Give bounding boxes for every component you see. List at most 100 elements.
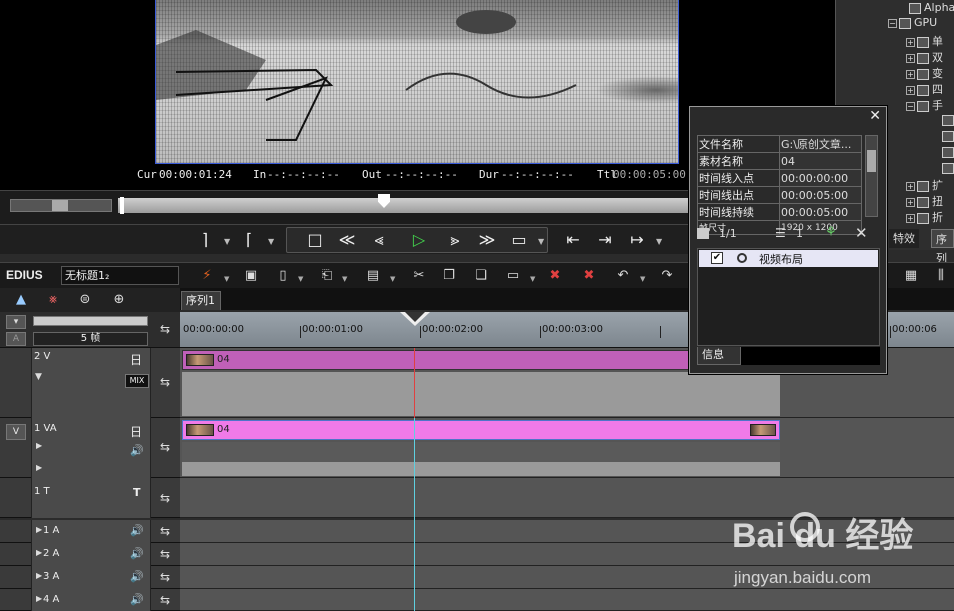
preview-zoom-knob[interactable] xyxy=(52,200,68,211)
scroll-thumb[interactable] xyxy=(867,150,876,172)
tab-effects[interactable]: 特效 xyxy=(889,229,919,248)
mix-toggle[interactable]: MIX xyxy=(125,374,149,388)
chevron-down-icon[interactable]: ▼ xyxy=(538,237,544,246)
track-header-2a[interactable]: ▶ 2 A 🔊 ⇆ xyxy=(0,543,180,566)
track-patch-icon[interactable]: V xyxy=(6,424,26,440)
replace-icon[interactable]: ▭ xyxy=(502,266,524,286)
effect-tree-item[interactable]: − 手 xyxy=(906,97,943,112)
chevron-down-icon[interactable]: ▼ xyxy=(390,275,395,283)
insert-icon[interactable]: ↦ xyxy=(624,228,650,252)
expand-icon[interactable]: + xyxy=(906,181,915,191)
set-in-icon[interactable]: ⌉ xyxy=(192,228,218,252)
mix-icon[interactable]: ⨳ xyxy=(40,290,66,310)
sync-icon[interactable]: ⇆ xyxy=(152,593,178,607)
settings-icon[interactable]: ⚡ xyxy=(196,266,218,286)
track-header-2v[interactable]: 2 V 日 ▼ MIX ⇆ xyxy=(0,348,180,418)
expand-icon[interactable]: + xyxy=(906,197,915,207)
close-icon[interactable]: ✕ xyxy=(869,108,881,124)
next-edit-icon[interactable]: ⇥ xyxy=(592,228,618,252)
expand-icon[interactable]: + xyxy=(906,213,915,223)
tab-sequence1[interactable]: 序列1 xyxy=(181,291,221,310)
speaker-icon[interactable]: 🔊 xyxy=(130,593,144,606)
effect-tree-item[interactable]: + 扭 xyxy=(906,193,943,208)
speaker-icon[interactable]: 🔊 xyxy=(130,547,144,560)
set-out-icon[interactable]: ⌈ xyxy=(236,228,262,252)
cut-icon[interactable]: ✂ xyxy=(408,266,430,286)
effect-settings-icon[interactable]: ⚘ xyxy=(825,225,837,240)
effect-tree-item[interactable] xyxy=(942,113,954,128)
chevron-down-icon[interactable]: ▼ xyxy=(224,275,229,283)
timeline-zoom-slider[interactable] xyxy=(33,316,148,326)
video-toggle-icon[interactable]: 日 xyxy=(128,423,144,439)
effect-tree-item[interactable]: Alpha xyxy=(909,1,954,16)
track-header-1a[interactable]: ▶ 1 A 🔊 ⇆ xyxy=(0,520,180,543)
chevron-down-icon[interactable]: ▼ xyxy=(342,275,347,283)
expand-icon[interactable]: ▶ xyxy=(36,441,42,450)
effect-tree-item[interactable]: + 扩 xyxy=(906,177,943,192)
effect-tree-item[interactable]: + 单 xyxy=(906,33,943,48)
save-icon[interactable]: ▤ xyxy=(362,266,384,286)
speaker-icon[interactable]: 🔊 xyxy=(130,570,144,583)
checkbox-checked[interactable]: ✔ xyxy=(711,252,723,264)
expand-icon[interactable]: ▶ xyxy=(36,571,42,580)
effect-tree-item[interactable]: + 变 xyxy=(906,65,943,80)
expand-icon[interactable]: ▶ xyxy=(36,594,42,603)
sync-icon[interactable]: ⇆ xyxy=(154,322,176,336)
sync-icon[interactable]: ⇆ xyxy=(152,491,178,505)
clip-04-va1[interactable]: 04 xyxy=(182,420,780,440)
undo-icon[interactable]: ↶ xyxy=(612,266,634,286)
layout-list-item[interactable]: ✔ 视频布局 xyxy=(699,250,878,267)
tab-sequence[interactable]: 序列 xyxy=(931,229,954,265)
fast-forward-icon[interactable]: ≫ xyxy=(474,228,500,252)
add-track-icon[interactable]: ▲ xyxy=(8,290,34,310)
expand-icon[interactable]: ▶ xyxy=(36,525,42,534)
collapse-icon[interactable]: − xyxy=(906,101,915,111)
collapse-icon[interactable]: − xyxy=(888,18,897,28)
effect-tree-item[interactable] xyxy=(942,129,954,144)
speaker-icon[interactable]: 🔊 xyxy=(130,524,144,537)
zoom-value[interactable]: 5 帧 xyxy=(33,332,148,346)
video-toggle-icon[interactable]: 日 xyxy=(128,351,144,367)
track-header-4a[interactable]: ▶ 4 A 🔊 ⇆ xyxy=(0,589,180,611)
expand-icon[interactable]: ▾ xyxy=(6,315,26,329)
track-header-3a[interactable]: ▶ 3 A 🔊 ⇆ xyxy=(0,566,180,589)
delete-icon[interactable]: ✖ xyxy=(544,266,566,286)
effect-tree-item[interactable]: + 折 xyxy=(906,209,943,224)
info-scrollbar[interactable] xyxy=(865,135,878,217)
expand-icon[interactable]: + xyxy=(906,53,915,63)
chevron-down-icon[interactable]: ▼ xyxy=(298,275,303,283)
play-icon[interactable]: ▷ xyxy=(406,228,432,252)
delete-layer-icon[interactable]: ✕ xyxy=(855,224,868,242)
sync-icon[interactable]: ⇆ xyxy=(152,440,178,454)
chevron-down-icon[interactable]: ▼ xyxy=(530,275,535,283)
expand-icon[interactable]: + xyxy=(906,69,915,79)
expand-icon[interactable]: ▶ xyxy=(36,548,42,557)
ripple-delete-icon[interactable]: ✖ xyxy=(578,266,600,286)
effect-tree-item[interactable] xyxy=(942,145,954,160)
copy-icon[interactable]: ❐ xyxy=(438,266,460,286)
effect-tree-item[interactable]: − GPU xyxy=(888,16,937,31)
rewind-icon[interactable]: ≪ xyxy=(334,228,360,252)
expand-icon[interactable]: ▼ xyxy=(35,372,42,382)
chevron-down-icon[interactable]: ▼ xyxy=(640,275,645,283)
chevron-down-icon[interactable]: ▼ xyxy=(224,237,230,246)
expand-icon[interactable]: ▶ xyxy=(36,463,42,472)
prev-edit-icon[interactable]: ⇤ xyxy=(560,228,586,252)
tab-info[interactable]: 信息 xyxy=(697,347,741,365)
track-header-1t[interactable]: 1 T T ⇆ xyxy=(0,478,180,518)
mixer-icon[interactable]: ⫼ xyxy=(930,266,952,286)
redo-icon[interactable]: ↷ xyxy=(656,266,678,286)
import-icon[interactable]: ⎗ xyxy=(316,266,338,286)
loop-play-icon[interactable]: ▭ xyxy=(506,228,532,252)
sync-icon[interactable]: ⇆ xyxy=(152,547,178,561)
link-icon[interactable]: ⊕ xyxy=(106,290,132,310)
chevron-down-icon[interactable]: ▼ xyxy=(656,237,662,246)
speaker-icon[interactable]: 🔊 xyxy=(130,444,144,457)
sync-icon[interactable]: ⇆ xyxy=(152,570,178,584)
capture-icon[interactable]: ▣ xyxy=(240,266,262,286)
paste-icon[interactable]: ❏ xyxy=(470,266,492,286)
expand-icon[interactable]: + xyxy=(906,85,915,95)
step-back-icon[interactable]: ⪡ xyxy=(366,228,392,252)
track-view-icon[interactable]: ⊜ xyxy=(72,290,98,310)
stop-icon[interactable]: □ xyxy=(302,228,328,252)
